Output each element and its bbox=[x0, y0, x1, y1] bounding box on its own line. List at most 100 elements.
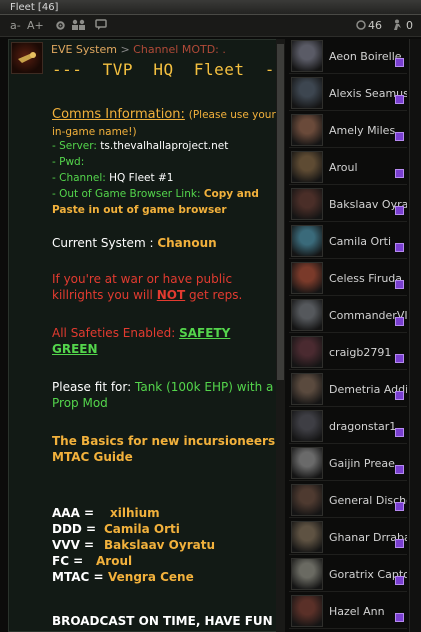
member-row[interactable]: Aroul bbox=[289, 150, 407, 185]
members-icon[interactable] bbox=[71, 19, 88, 31]
fleet-member-badge-icon bbox=[395, 132, 404, 141]
member-list[interactable]: Aeon Boirelle Alexis Seamus Amely Miles Aro… bbox=[289, 39, 421, 632]
member-portrait bbox=[291, 40, 323, 72]
role-row: MTAC = Vengra Cene bbox=[52, 569, 280, 585]
role-pilot[interactable]: Bakslaav Oyratu bbox=[104, 538, 215, 552]
fit-info: Please fit for: Tank (100k EHP) with a P… bbox=[52, 379, 280, 411]
member-row[interactable]: Amely Miles bbox=[289, 113, 407, 148]
settings-gear-icon[interactable] bbox=[55, 20, 66, 31]
fleet-member-badge-icon bbox=[395, 539, 404, 548]
pwd-label: - Pwd: bbox=[52, 156, 85, 168]
member-row[interactable]: Alexis Seamus bbox=[289, 76, 407, 111]
header-separator: > bbox=[120, 43, 130, 56]
channel-label: - Channel: bbox=[52, 172, 106, 184]
member-row[interactable]: Demetria Addis bbox=[289, 372, 407, 407]
fleet-member-badge-icon bbox=[395, 95, 404, 104]
member-row[interactable]: Celess Firuda bbox=[289, 261, 407, 296]
other-count: 0 bbox=[406, 19, 413, 32]
pilot-icon bbox=[394, 19, 401, 30]
member-portrait bbox=[291, 410, 323, 442]
member-row[interactable]: dragonstar1 bbox=[289, 409, 407, 444]
member-row[interactable]: Gaijin Preae bbox=[289, 446, 407, 481]
fleet-member-badge-icon bbox=[395, 428, 404, 437]
fleet-member-badge-icon bbox=[395, 243, 404, 252]
member-portrait bbox=[291, 225, 323, 257]
member-portrait bbox=[291, 447, 323, 479]
font-larger-button[interactable]: A+ bbox=[27, 19, 44, 32]
server-value: ts.thevalhallaproject.net bbox=[100, 140, 229, 152]
fleet-member-badge-icon bbox=[395, 58, 404, 67]
chat-scrollbar[interactable] bbox=[276, 39, 285, 632]
current-system-label: Current System : bbox=[52, 236, 154, 250]
role-pilot[interactable]: xilhium bbox=[110, 506, 160, 520]
server-label: - Server: bbox=[52, 140, 97, 152]
safeties: All Safeties Enabled: SAFETY GREEN bbox=[52, 325, 280, 357]
member-portrait bbox=[291, 114, 323, 146]
fleet-member-badge-icon bbox=[395, 354, 404, 363]
current-system-link[interactable]: Chanoun bbox=[157, 236, 216, 250]
chat-panel[interactable]: EVE System > Channel MOTD: . --- TVP HQ … bbox=[8, 39, 284, 632]
sender-name[interactable]: EVE System bbox=[51, 43, 117, 56]
safeties-label: All Safeties Enabled: bbox=[52, 326, 176, 340]
war-not: NOT bbox=[156, 288, 186, 302]
role-label: AAA = bbox=[52, 506, 95, 520]
motd-header: EVE System > Channel MOTD: . bbox=[51, 42, 279, 58]
war-warning: If you're at war or have public killrigh… bbox=[52, 271, 280, 303]
fleet-member-badge-icon bbox=[395, 206, 404, 215]
member-list-scrollbar[interactable] bbox=[409, 39, 421, 632]
role-pilot[interactable]: Camila Orti bbox=[104, 522, 180, 536]
comms-heading: Comms Information: bbox=[52, 107, 185, 122]
current-system: Current System : Chanoun bbox=[52, 235, 280, 251]
member-row[interactable]: Hazel Ann bbox=[289, 594, 407, 629]
member-row[interactable]: Bakslaav Oyratu bbox=[289, 187, 407, 222]
fleet-member-badge-icon bbox=[395, 391, 404, 400]
channel-value: HQ Fleet #1 bbox=[109, 172, 174, 184]
member-row[interactable]: Aeon Boirelle bbox=[289, 39, 407, 74]
member-row[interactable]: Ghanar Drraba bbox=[289, 520, 407, 555]
member-portrait bbox=[291, 262, 323, 294]
member-portrait bbox=[291, 77, 323, 109]
member-portrait bbox=[291, 373, 323, 405]
chat-toolbar: a- A+ 46 0 bbox=[0, 15, 421, 37]
role-label: FC = bbox=[52, 554, 84, 568]
fleet-member-badge-icon bbox=[395, 169, 404, 178]
member-row[interactable]: CommanderVIT bbox=[289, 298, 407, 333]
role-label: MTAC = bbox=[52, 570, 104, 584]
font-smaller-button[interactable]: a- bbox=[10, 19, 21, 32]
fleet-member-badge-icon bbox=[395, 613, 404, 622]
channel-motd-label: Channel MOTD: bbox=[133, 43, 219, 56]
chat-scroll-thumb[interactable] bbox=[277, 44, 284, 380]
role-row: AAA = xilhium bbox=[52, 505, 280, 521]
fleet-member-badge-icon bbox=[395, 576, 404, 585]
member-count-icon bbox=[356, 20, 366, 30]
fleet-member-badge-icon bbox=[395, 317, 404, 326]
motd-title: --- TVP HQ Fleet --- bbox=[52, 60, 284, 79]
role-row: FC = Aroul bbox=[52, 553, 280, 569]
role-label: DDD = bbox=[52, 522, 97, 536]
member-row[interactable]: Goratrix Captor bbox=[289, 557, 407, 592]
broadcast-note: BROADCAST ON TIME, HAVE FUN bbox=[52, 614, 273, 628]
eve-system-avatar bbox=[11, 42, 43, 74]
fleet-member-badge-icon bbox=[395, 280, 404, 289]
basics-link[interactable]: The Basics for new incursioneers bbox=[52, 433, 280, 449]
window-titlebar: Fleet [46] bbox=[0, 0, 421, 15]
member-row[interactable]: Camila Orti bbox=[289, 224, 407, 259]
member-portrait bbox=[291, 521, 323, 553]
guides: The Basics for new incursioneers MTAC Gu… bbox=[52, 433, 280, 465]
member-count: 46 bbox=[368, 19, 382, 32]
comms-details: - Server: ts.thevalhallaproject.net - Pw… bbox=[52, 138, 280, 218]
role-row: VVV = Bakslaav Oyratu bbox=[52, 537, 280, 553]
comms-section: Comms Information: (Please use your in-g… bbox=[52, 106, 280, 140]
role-pilot[interactable]: Vengra Cene bbox=[108, 570, 194, 584]
member-portrait bbox=[291, 595, 323, 627]
member-row[interactable]: craigb2791 bbox=[289, 335, 407, 370]
role-pilot[interactable]: Aroul bbox=[96, 554, 132, 568]
member-row[interactable]: General Dischord bbox=[289, 483, 407, 518]
chat-bubble-icon[interactable] bbox=[95, 19, 107, 31]
war-line-2: get reps. bbox=[189, 288, 243, 302]
mtac-guide-link[interactable]: MTAC Guide bbox=[52, 449, 280, 465]
role-row: DDD = Camila Orti bbox=[52, 521, 280, 537]
member-portrait bbox=[291, 336, 323, 368]
channel-motd-tail: . bbox=[222, 43, 226, 56]
member-portrait bbox=[291, 299, 323, 331]
